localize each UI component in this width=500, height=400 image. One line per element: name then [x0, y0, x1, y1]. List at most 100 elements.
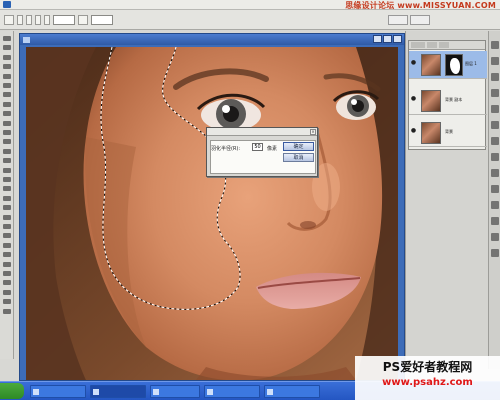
close-button[interactable] [393, 35, 402, 43]
taskbar-item[interactable] [264, 385, 320, 398]
layer-name[interactable]: 背景 副本 [445, 97, 462, 103]
fill-field[interactable] [439, 42, 449, 48]
intersect-selection-button[interactable] [44, 14, 50, 25]
workspace-button[interactable] [388, 15, 408, 25]
tool-button[interactable] [2, 251, 12, 259]
tool-icon [3, 308, 11, 314]
tool-button[interactable] [2, 223, 12, 231]
photoshop-icon[interactable] [3, 1, 11, 8]
panel-toggle-icon[interactable] [491, 169, 499, 177]
minimize-button[interactable] [373, 35, 382, 43]
tool-button[interactable] [2, 289, 12, 297]
close-icon[interactable]: × [310, 129, 316, 135]
layer-row[interactable]: ● 图层 1 [409, 51, 487, 79]
tool-button[interactable] [2, 54, 12, 62]
tool-icon [3, 177, 11, 182]
panel-toggle-icon[interactable] [491, 105, 499, 113]
layer-mask-thumbnail[interactable] [445, 54, 463, 76]
tool-button[interactable] [2, 261, 12, 269]
layer-name[interactable]: 背景 [445, 129, 453, 135]
taskbar-item[interactable] [150, 385, 200, 398]
panel-toggle-icon[interactable] [491, 185, 499, 193]
tool-button[interactable] [2, 195, 12, 203]
tool-button[interactable] [2, 148, 12, 156]
tool-button[interactable] [2, 232, 12, 240]
tool-icon [3, 261, 11, 267]
tool-button[interactable] [2, 63, 12, 71]
options-bar [0, 10, 500, 30]
tool-icon [3, 242, 11, 248]
panel-toggle-icon[interactable] [491, 201, 499, 209]
tool-icon [3, 289, 11, 295]
workspace-button[interactable] [410, 15, 430, 25]
layer-row[interactable]: ● 背景 副本 [409, 87, 487, 115]
panel-toggle-icon[interactable] [491, 249, 499, 257]
tool-button[interactable] [2, 110, 12, 118]
tool-icon [3, 195, 11, 201]
panel-toggle-icon[interactable] [491, 121, 499, 129]
lasso-selection [100, 47, 241, 310]
add-selection-button[interactable] [26, 14, 32, 25]
panel-toggle-icon[interactable] [491, 137, 499, 145]
eye-icon[interactable]: ● [410, 59, 417, 67]
panel-toggle-icon[interactable] [491, 57, 499, 65]
panel-toggle-icon[interactable] [491, 73, 499, 81]
tool-button[interactable] [2, 176, 12, 184]
layers-panel-header [409, 41, 485, 50]
taskbar-item[interactable] [204, 385, 260, 398]
tool-icon [3, 299, 11, 305]
taskbar-item[interactable] [30, 385, 86, 398]
tool-button[interactable] [2, 214, 12, 222]
tool-button[interactable] [2, 73, 12, 81]
panel-toggle-icon[interactable] [491, 217, 499, 225]
new-selection-button[interactable] [17, 14, 23, 25]
tool-icon [3, 36, 11, 41]
anti-alias-checkbox[interactable] [78, 14, 88, 25]
layer-name[interactable]: 图层 1 [465, 61, 477, 67]
start-button-icon[interactable] [0, 383, 24, 399]
tool-button[interactable] [2, 298, 12, 306]
tool-icon [3, 139, 11, 145]
tool-icon [3, 233, 11, 239]
tool-button[interactable] [2, 185, 12, 193]
panel-toggle-icon[interactable] [491, 41, 499, 49]
eye-icon[interactable]: ● [410, 127, 417, 135]
eye-icon[interactable]: ● [410, 95, 417, 103]
tool-button[interactable] [2, 35, 12, 43]
panel-icon-strip [488, 31, 500, 369]
taskbar-item[interactable] [90, 385, 146, 398]
opacity-field[interactable] [427, 42, 437, 48]
blend-mode-select[interactable] [411, 42, 425, 48]
tool-button[interactable] [2, 129, 12, 137]
dialog-title [207, 128, 317, 136]
feather-input[interactable] [53, 14, 75, 25]
tool-button[interactable] [2, 138, 12, 146]
tool-button[interactable] [2, 44, 12, 52]
panel-toggle-icon[interactable] [491, 153, 499, 161]
subtract-selection-button[interactable] [35, 14, 41, 25]
tool-button[interactable] [2, 279, 12, 287]
tool-button[interactable] [2, 242, 12, 250]
refine-edge-button[interactable] [91, 14, 113, 25]
tool-button[interactable] [2, 167, 12, 175]
tool-button[interactable] [2, 270, 12, 278]
panel-toggle-icon[interactable] [491, 233, 499, 241]
tool-button[interactable] [2, 204, 12, 212]
layer-row[interactable]: ● 背景 [409, 119, 487, 147]
tool-button[interactable] [2, 82, 12, 90]
document-titlebar[interactable] [20, 34, 404, 45]
tool-button[interactable] [2, 120, 12, 128]
tool-button[interactable] [2, 308, 12, 316]
tool-icon [3, 252, 11, 258]
tool-button[interactable] [2, 101, 12, 109]
cancel-button[interactable]: 取消 [283, 153, 314, 162]
panel-toggle-icon[interactable] [491, 89, 499, 97]
image-canvas[interactable] [26, 47, 398, 380]
feather-radius-input[interactable]: 50 [252, 143, 263, 151]
tool-icon [3, 167, 11, 173]
ok-button[interactable]: 确定 [283, 142, 314, 151]
tool-button[interactable] [2, 91, 12, 99]
tool-preset-button[interactable] [4, 14, 14, 25]
maximize-button[interactable] [383, 35, 392, 43]
tool-button[interactable] [2, 157, 12, 165]
